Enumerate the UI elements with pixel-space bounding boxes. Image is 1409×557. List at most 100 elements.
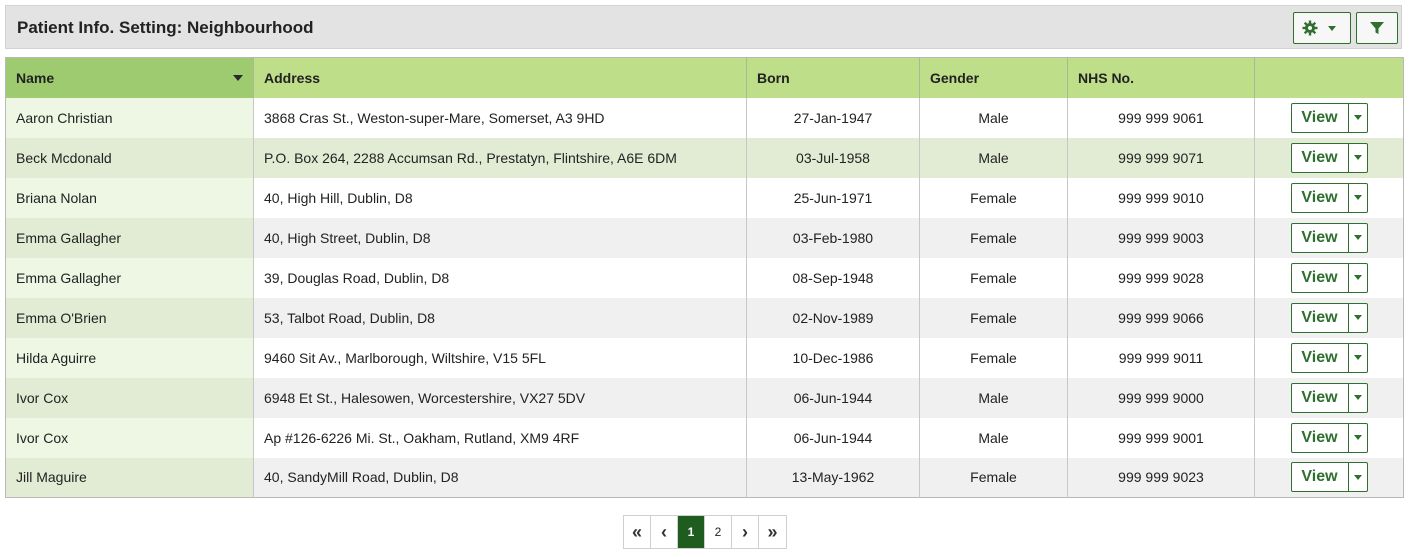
table-row[interactable]: Emma Gallagher 40, High Street, Dublin, …: [5, 217, 1404, 258]
column-header-nhs[interactable]: NHS No.: [1067, 57, 1255, 98]
patient-gender: Male: [919, 417, 1068, 458]
patient-address: 39, Douglas Road, Dublin, D8: [253, 257, 747, 298]
patient-name: Ivor Cox: [5, 377, 254, 418]
view-button[interactable]: View: [1292, 344, 1348, 372]
patient-gender: Female: [919, 337, 1068, 378]
view-button[interactable]: View: [1292, 184, 1348, 212]
patient-born: 06-Jun-1944: [746, 417, 920, 458]
view-menu-toggle[interactable]: [1347, 263, 1367, 292]
view-split-button: View: [1290, 342, 1368, 373]
pagination: « ‹ 1 2 › »: [623, 515, 787, 549]
patient-name: Ivor Cox: [5, 417, 254, 458]
page-button-1[interactable]: 1: [678, 516, 705, 548]
patient-gender: Female: [919, 177, 1068, 218]
chevron-down-icon: [1353, 435, 1362, 440]
view-menu-toggle[interactable]: [1347, 423, 1367, 452]
row-actions: View: [1254, 177, 1404, 218]
first-page-button[interactable]: «: [624, 516, 651, 548]
panel-header: Patient Info. Setting: Neighbourhood: [5, 5, 1402, 49]
patient-nhs: 999 999 9000: [1067, 377, 1255, 418]
column-header-address[interactable]: Address: [253, 57, 747, 98]
patient-nhs: 999 999 9011: [1067, 337, 1255, 378]
last-page-button[interactable]: »: [759, 516, 786, 548]
patient-address: P.O. Box 264, 2288 Accumsan Rd., Prestat…: [253, 137, 747, 178]
filter-button[interactable]: [1356, 12, 1398, 44]
view-menu-toggle[interactable]: [1347, 223, 1367, 252]
view-menu-toggle[interactable]: [1347, 463, 1367, 492]
row-actions: View: [1254, 377, 1404, 418]
patient-gender: Female: [919, 257, 1068, 298]
table-row[interactable]: Hilda Aguirre 9460 Sit Av., Marlborough,…: [5, 337, 1404, 378]
table-row[interactable]: Emma Gallagher 39, Douglas Road, Dublin,…: [5, 257, 1404, 298]
patient-address: 53, Talbot Road, Dublin, D8: [253, 297, 747, 338]
table-row[interactable]: Emma O'Brien 53, Talbot Road, Dublin, D8…: [5, 297, 1404, 338]
table-row[interactable]: Briana Nolan 40, High Hill, Dublin, D8 2…: [5, 177, 1404, 218]
patient-nhs: 999 999 9001: [1067, 417, 1255, 458]
patient-gender: Male: [919, 97, 1068, 138]
view-button[interactable]: View: [1292, 384, 1348, 412]
row-actions: View: [1254, 337, 1404, 378]
table-row[interactable]: Beck Mcdonald P.O. Box 264, 2288 Accumsa…: [5, 137, 1404, 178]
patient-gender: Male: [919, 377, 1068, 418]
table-row[interactable]: Aaron Christian 3868 Cras St., Weston-su…: [5, 97, 1404, 138]
column-header-label: NHS No.: [1078, 69, 1134, 86]
row-actions: View: [1254, 257, 1404, 298]
patient-born: 03-Jul-1958: [746, 137, 920, 178]
patient-born: 13-May-1962: [746, 457, 920, 498]
table-header-row: Name Address Born Gender NHS No.: [5, 57, 1404, 98]
view-button[interactable]: View: [1292, 463, 1348, 491]
settings-menu-button[interactable]: [1293, 12, 1351, 44]
column-header-name[interactable]: Name: [5, 57, 254, 98]
column-header-label: Born: [757, 69, 790, 86]
chevron-down-icon: [1353, 275, 1362, 280]
view-menu-toggle[interactable]: [1347, 183, 1367, 212]
chevron-down-icon: [1353, 395, 1362, 400]
patient-nhs: 999 999 9061: [1067, 97, 1255, 138]
patient-name: Jill Maguire: [5, 457, 254, 498]
column-header-gender[interactable]: Gender: [919, 57, 1068, 98]
table-row[interactable]: Ivor Cox 6948 Et St., Halesowen, Worcest…: [5, 377, 1404, 418]
view-split-button: View: [1290, 382, 1368, 413]
view-menu-toggle[interactable]: [1347, 303, 1367, 332]
patient-name: Emma O'Brien: [5, 297, 254, 338]
patient-born: 27-Jan-1947: [746, 97, 920, 138]
patient-address: 9460 Sit Av., Marlborough, Wiltshire, V1…: [253, 337, 747, 378]
patient-nhs: 999 999 9023: [1067, 457, 1255, 498]
patient-nhs: 999 999 9010: [1067, 177, 1255, 218]
view-menu-toggle[interactable]: [1347, 103, 1367, 132]
chevron-down-icon: [1353, 474, 1362, 480]
view-button[interactable]: View: [1292, 264, 1348, 292]
view-split-button: View: [1290, 102, 1368, 133]
patient-nhs: 999 999 9066: [1067, 297, 1255, 338]
view-button[interactable]: View: [1292, 104, 1348, 132]
prev-page-button[interactable]: ‹: [651, 516, 678, 548]
view-split-button: View: [1290, 262, 1368, 293]
patient-table: Name Address Born Gender NHS No. Aaron C…: [5, 57, 1404, 498]
view-button[interactable]: View: [1292, 424, 1348, 452]
view-button[interactable]: View: [1292, 304, 1348, 332]
view-split-button: View: [1290, 302, 1368, 333]
view-menu-toggle[interactable]: [1347, 343, 1367, 372]
patient-born: 08-Sep-1948: [746, 257, 920, 298]
page-button-2[interactable]: 2: [705, 516, 732, 548]
patient-address: 40, SandyMill Road, Dublin, D8: [253, 457, 747, 498]
table-row[interactable]: Ivor Cox Ap #126-6226 Mi. St., Oakham, R…: [5, 417, 1404, 458]
next-page-button[interactable]: ›: [732, 516, 759, 548]
table-row[interactable]: Jill Maguire 40, SandyMill Road, Dublin,…: [5, 457, 1404, 498]
row-actions: View: [1254, 417, 1404, 458]
row-actions: View: [1254, 217, 1404, 258]
row-actions: View: [1254, 457, 1404, 498]
view-button[interactable]: View: [1292, 224, 1348, 252]
column-header-born[interactable]: Born: [746, 57, 920, 98]
patient-name: Emma Gallagher: [5, 217, 254, 258]
patient-name: Briana Nolan: [5, 177, 254, 218]
view-button[interactable]: View: [1292, 144, 1348, 172]
row-actions: View: [1254, 137, 1404, 178]
sort-caret-icon[interactable]: [233, 75, 243, 81]
view-split-button: View: [1290, 182, 1368, 213]
page-title: Patient Info. Setting: Neighbourhood: [17, 18, 314, 37]
column-header-label: Gender: [930, 69, 980, 86]
view-menu-toggle[interactable]: [1347, 143, 1367, 172]
view-menu-toggle[interactable]: [1347, 383, 1367, 412]
patient-name: Hilda Aguirre: [5, 337, 254, 378]
